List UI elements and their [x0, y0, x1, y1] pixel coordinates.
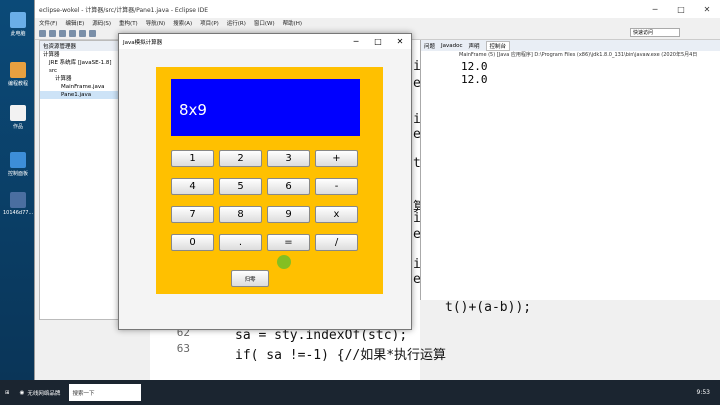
calculator-titlebar: Java模拟计算器 ─ □ ✕ [119, 34, 411, 49]
menu-project[interactable]: 项目(P) [200, 19, 219, 27]
console-tabs: 问题 Javadoc 声明 控制台 [421, 40, 720, 51]
mouse-cursor-highlight [277, 255, 291, 269]
code-line: sa = sty.indexOf(stc); [235, 328, 408, 343]
search-icon[interactable] [89, 30, 96, 37]
tree-item-src[interactable]: src [40, 67, 118, 75]
code-fragment: t()+(a-b)); [445, 300, 532, 315]
maximize-icon[interactable]: □ [668, 5, 694, 14]
key-6[interactable]: 6 [267, 178, 310, 195]
new-icon[interactable] [39, 30, 46, 37]
menu-help[interactable]: 帮助(H) [283, 19, 302, 27]
menu-window[interactable]: 窗口(W) [254, 19, 275, 27]
minimize-icon[interactable]: ─ [642, 5, 668, 14]
clear-button[interactable]: 归零 [231, 270, 269, 287]
browser-icon: ◉ [19, 389, 25, 396]
console-view: 问题 Javadoc 声明 控制台 MainFrame (5) [Java 应用… [420, 40, 720, 300]
close-icon[interactable]: ✕ [389, 37, 411, 46]
tab-declaration[interactable]: 声明 [469, 42, 480, 50]
key-multiply[interactable]: x [315, 206, 358, 223]
package-explorer: 包资源管理器 计算器 JRE 系统库 [JavaSE-1.8] src 计算器 … [39, 40, 119, 320]
menu-file[interactable]: 文件(F) [39, 19, 57, 27]
app-icon [10, 192, 26, 208]
calculator-title: Java模拟计算器 [123, 39, 163, 46]
tab-console[interactable]: 控制台 [485, 40, 511, 51]
taskbar-search-input[interactable]: 搜索一下 [69, 384, 142, 401]
console-output-line: 12.0 [461, 73, 488, 86]
desktop-icon-work[interactable]: 作品 [3, 105, 33, 130]
document-icon [10, 105, 26, 121]
computer-icon [10, 12, 26, 28]
code-line: if( sa !=-1) {//如果*执行运算 [235, 348, 447, 363]
clock[interactable]: 9:53 [697, 389, 720, 396]
key-plus[interactable]: + [315, 150, 358, 167]
desktop-icon-computer[interactable]: 此电脑 [3, 12, 33, 37]
save-icon[interactable] [49, 30, 56, 37]
debug-icon[interactable] [69, 30, 76, 37]
run-icon[interactable] [79, 30, 86, 37]
key-7[interactable]: 7 [171, 206, 214, 223]
key-5[interactable]: 5 [219, 178, 262, 195]
tab-javadoc[interactable]: Javadoc [441, 43, 463, 49]
tree-item-mainframe[interactable]: MainFrame.java [40, 83, 118, 91]
desktop-icon-control-panel[interactable]: 控制面板 [3, 152, 33, 177]
key-9[interactable]: 9 [267, 206, 310, 223]
tree-item-jre[interactable]: JRE 系统库 [JavaSE-1.8] [40, 59, 118, 67]
folder-icon [10, 62, 26, 78]
tab-problems[interactable]: 问题 [424, 42, 435, 50]
menu-search[interactable]: 搜索(A) [173, 19, 192, 27]
quick-access-input[interactable]: 快速访问 [630, 28, 680, 37]
calculator-display: 8x9 [171, 79, 360, 136]
key-2[interactable]: 2 [219, 150, 262, 167]
start-button[interactable]: ⊞ [0, 380, 15, 405]
print-icon[interactable] [59, 30, 66, 37]
menubar: 文件(F) 编辑(E) 源码(S) 重构(T) 导航(N) 搜索(A) 项目(P… [35, 18, 720, 28]
key-1[interactable]: 1 [171, 150, 214, 167]
key-minus[interactable]: - [315, 178, 358, 195]
eclipse-titlebar: eclipse-wokel - 计算器/src/计算器/Pane1.java -… [35, 0, 720, 18]
desktop-icon-file[interactable]: 10146d77... [3, 192, 33, 216]
tree-item-package[interactable]: 计算器 [40, 75, 118, 83]
calculator-window: Java模拟计算器 ─ □ ✕ 8x9 1 2 3 + 4 5 6 - 7 8 9 … [118, 33, 412, 330]
key-divide[interactable]: / [315, 234, 358, 251]
key-dot[interactable]: . [219, 234, 262, 251]
tree-item-pane1[interactable]: Pane1.java [40, 91, 118, 99]
taskbar-task[interactable]: ◉ 无线网络品牌 [15, 380, 66, 405]
eclipse-title: eclipse-wokel - 计算器/src/计算器/Pane1.java -… [39, 6, 209, 14]
windows-icon: ⊞ [5, 389, 10, 396]
close-icon[interactable]: ✕ [694, 5, 720, 14]
key-0[interactable]: 0 [171, 234, 214, 251]
menu-edit[interactable]: 编辑(E) [65, 19, 84, 27]
menu-run[interactable]: 运行(R) [227, 19, 246, 27]
tree-item-project[interactable]: 计算器 [40, 51, 118, 59]
key-4[interactable]: 4 [171, 178, 214, 195]
key-equals[interactable]: = [267, 234, 310, 251]
keypad: 1 2 3 + 4 5 6 - 7 8 9 x 0 . = / [171, 150, 360, 262]
desktop: 此电脑 编程教程 作品 控制面板 10146d77... [0, 0, 34, 380]
console-output-line: 12.0 [461, 60, 488, 73]
menu-source[interactable]: 源码(S) [92, 19, 111, 27]
package-explorer-title: 包资源管理器 [40, 41, 118, 51]
key-3[interactable]: 3 [267, 150, 310, 167]
calculator-panel: 8x9 1 2 3 + 4 5 6 - 7 8 9 x 0 . = / 归零 [156, 67, 383, 294]
control-panel-icon [10, 152, 26, 168]
minimize-icon[interactable]: ─ [345, 37, 367, 46]
line-number: 63 [176, 342, 190, 355]
menu-refactor[interactable]: 重构(T) [119, 19, 138, 27]
desktop-icon-tutorial[interactable]: 编程教程 [3, 62, 33, 87]
taskbar: ⊞ ◉ 无线网络品牌 搜索一下 9:53 [0, 380, 720, 405]
key-8[interactable]: 8 [219, 206, 262, 223]
menu-navigate[interactable]: 导航(N) [146, 19, 165, 27]
console-info: MainFrame (5) [Java 应用程序] D:\Program Fil… [459, 52, 698, 58]
maximize-icon[interactable]: □ [367, 37, 389, 46]
